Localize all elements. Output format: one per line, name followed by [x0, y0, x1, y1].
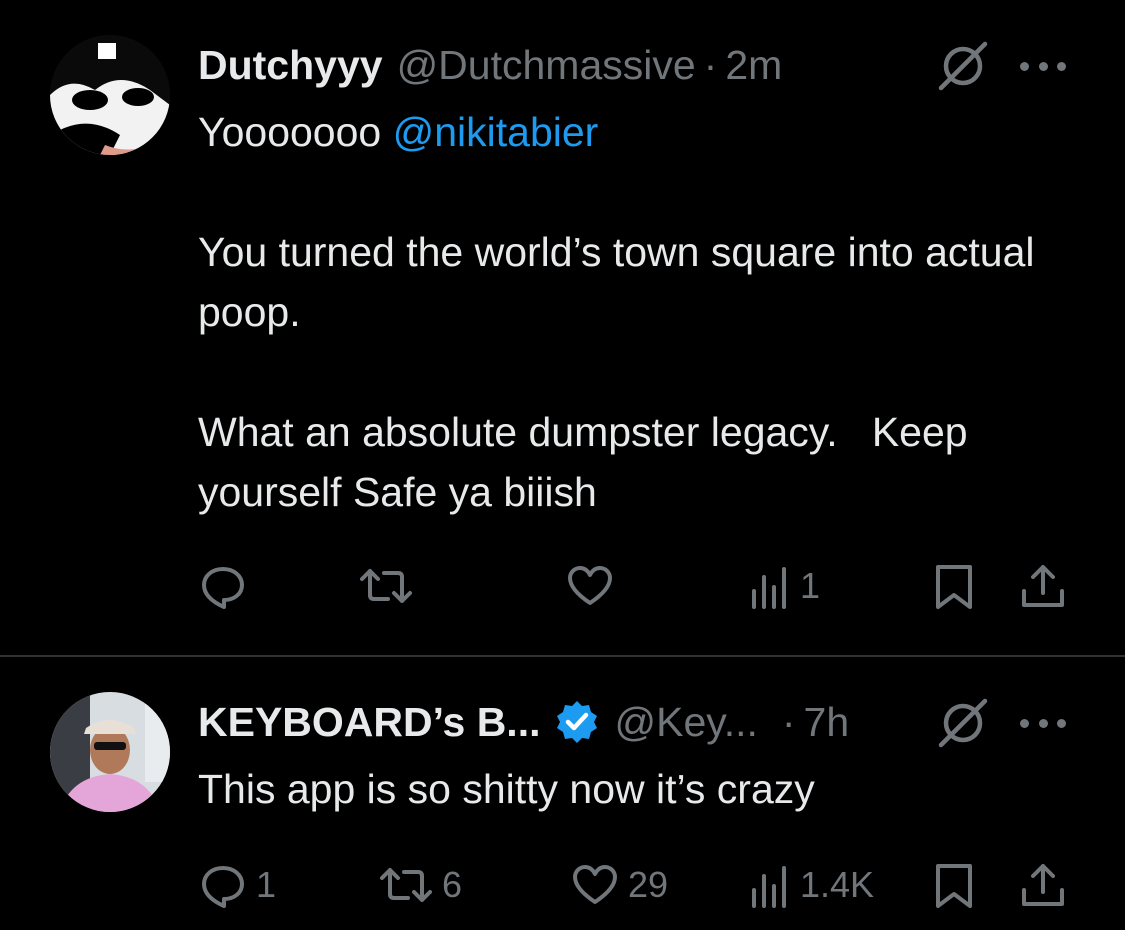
bookmark-button[interactable] — [932, 556, 976, 616]
separator: · — [703, 41, 718, 88]
views-icon — [752, 567, 786, 609]
share-icon — [1022, 864, 1064, 906]
reply-icon — [202, 866, 244, 908]
reply-count: 1 — [256, 864, 277, 905]
timestamp[interactable]: 2m — [725, 42, 782, 89]
reply-button[interactable]: 1 — [198, 855, 276, 915]
views-icon — [752, 866, 786, 908]
repost-button[interactable]: 6 — [378, 855, 462, 915]
avatar[interactable] — [50, 35, 170, 155]
handle[interactable]: @Key... — [614, 699, 757, 746]
handle[interactable]: @Dutchmassive — [397, 42, 696, 89]
bookmark-icon — [936, 864, 972, 908]
more-icon[interactable] — [1020, 713, 1066, 733]
mention-link[interactable]: @nikitabier — [393, 109, 599, 155]
bookmark-button[interactable] — [932, 855, 976, 915]
like-button[interactable] — [565, 556, 623, 616]
grok-icon[interactable] — [935, 695, 991, 751]
reply-icon — [202, 567, 244, 609]
repost-icon — [360, 569, 412, 603]
tweet-header: KEYBOARD’s B... @Key... · 7h — [198, 692, 849, 752]
more-icon[interactable] — [1020, 56, 1066, 76]
like-count: 29 — [628, 864, 669, 905]
repost-count: 6 — [442, 864, 463, 905]
view-count: 1.4K — [800, 864, 875, 905]
views-button[interactable]: 1.4K — [748, 855, 874, 915]
tweet-header: Dutchyyy @Dutchmassive · 2m — [198, 35, 782, 95]
views-button[interactable]: 1 — [748, 556, 820, 616]
tweet-text: This app is so shitty now it’s crazy — [198, 759, 1078, 819]
share-button[interactable] — [1018, 556, 1068, 616]
tweet-text: Yooooooo @nikitabier You turned the worl… — [198, 102, 1078, 522]
avatar-image — [50, 35, 170, 155]
tweet-paragraph: This app is so shitty now it’s crazy — [198, 766, 815, 812]
share-button[interactable] — [1018, 855, 1068, 915]
like-button[interactable]: 29 — [570, 855, 668, 915]
tweet-paragraph: You turned the world’s town square into … — [198, 229, 1035, 335]
timestamp[interactable]: 7h — [804, 699, 850, 746]
display-name[interactable]: Dutchyyy — [198, 42, 383, 89]
tweet-2[interactable]: KEYBOARD’s B... @Key... · 7h This app is… — [0, 657, 1125, 930]
reply-button[interactable] — [198, 556, 256, 616]
bookmark-icon — [936, 565, 972, 609]
avatar[interactable] — [50, 692, 170, 812]
grok-icon[interactable] — [935, 38, 991, 94]
action-bar: 1 — [0, 556, 1125, 616]
like-icon — [568, 566, 612, 605]
tweet-paragraph: Yooooooo @nikitabier — [198, 109, 599, 155]
repost-icon — [380, 868, 432, 902]
tweet-paragraph: What an absolute dumpster legacy. Keep y… — [198, 409, 979, 515]
separator: · — [781, 698, 796, 745]
verified-icon — [554, 699, 600, 745]
share-icon — [1022, 565, 1064, 607]
view-count: 1 — [800, 565, 821, 606]
action-bar: 1 6 29 1.4K — [0, 855, 1125, 915]
repost-button[interactable] — [358, 556, 422, 616]
avatar-image — [50, 692, 170, 812]
display-name[interactable]: KEYBOARD’s B... — [198, 699, 540, 746]
like-icon — [573, 865, 617, 904]
tweet-1[interactable]: Dutchyyy @Dutchmassive · 2m Yooooooo @ni… — [0, 0, 1125, 655]
